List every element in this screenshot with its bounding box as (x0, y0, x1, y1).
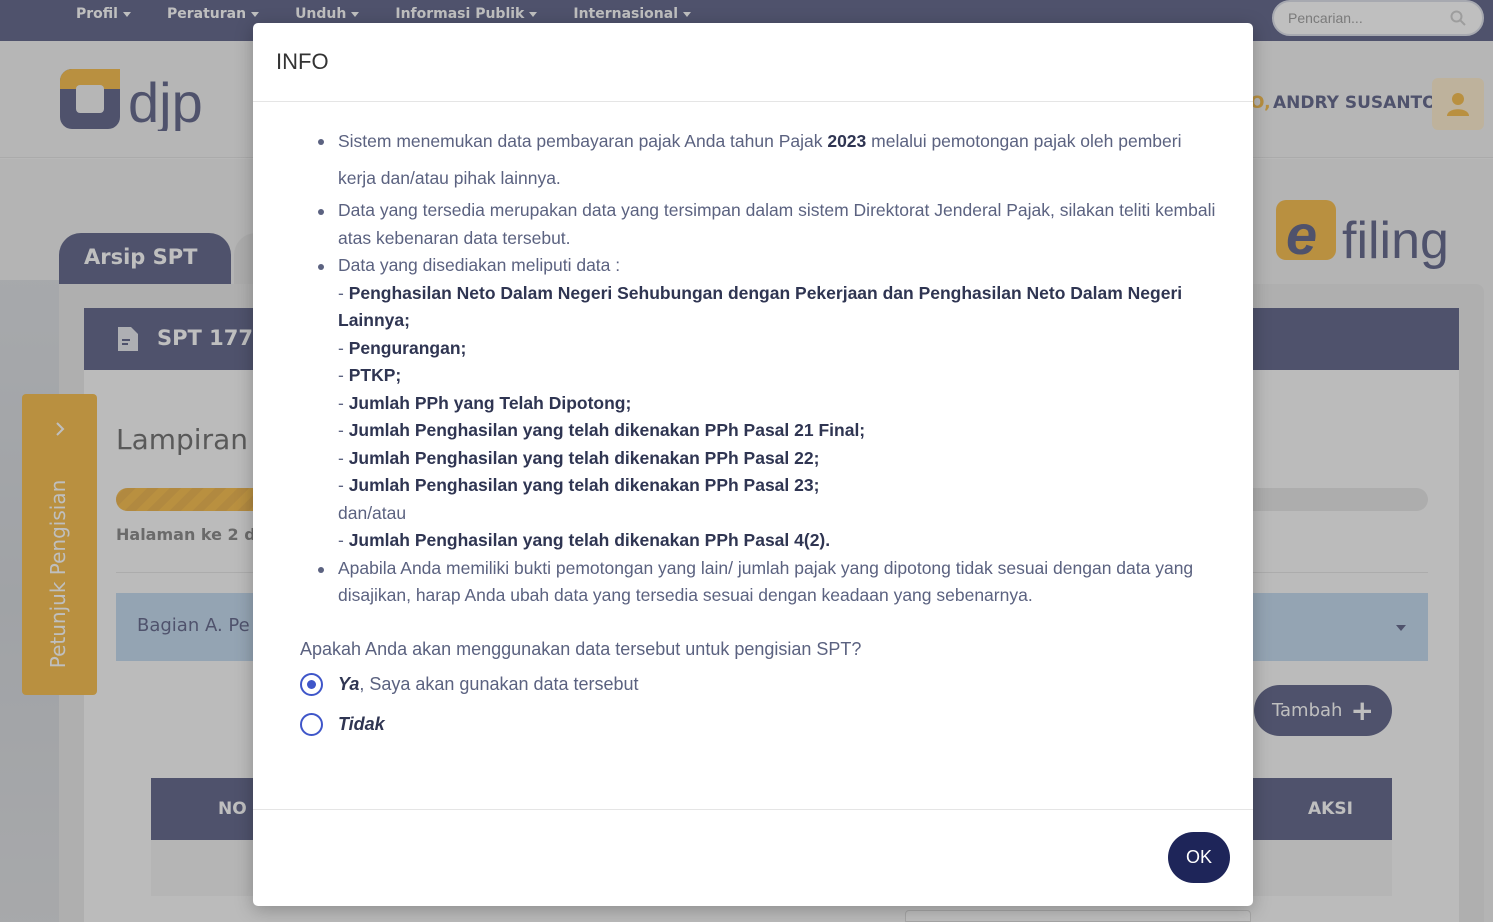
modal-header: INFO (253, 23, 1253, 102)
list-item: Apabila Anda memiliki bukti pemotongan y… (316, 555, 1216, 610)
list-item: Sistem menemukan data pembayaran pajak A… (316, 123, 1216, 197)
modal-title: INFO (276, 49, 329, 74)
connector-text: dan/atau (338, 502, 407, 523)
bullet-text: Data yang disediakan meliputi data : (338, 255, 621, 275)
data-item: - Jumlah PPh yang Telah Dipotong; (338, 392, 632, 413)
radio-selected-dot (307, 680, 316, 689)
modal-body: Sistem menemukan data pembayaran pajak A… (253, 103, 1253, 809)
bullet-text: Sistem menemukan data pembayaran pajak A… (338, 131, 828, 151)
data-item: - Pengurangan; (338, 337, 467, 358)
data-item: - Jumlah Penghasilan yang telah dikenaka… (338, 530, 831, 550)
modal-footer: OK (253, 809, 1253, 906)
list-item: Data yang disediakan meliputi data : - P… (316, 252, 1216, 555)
radio-label-strong: Tidak (338, 714, 385, 734)
radio-button-ya[interactable] (300, 673, 323, 696)
data-item: - Jumlah Penghasilan yang telah dikenaka… (338, 475, 820, 495)
data-item: - PTKP; (338, 365, 402, 385)
radio-button-tidak[interactable] (300, 713, 323, 736)
question-text: Apakah Anda akan menggunakan data terseb… (300, 639, 862, 659)
bullet-text: Data yang tersedia merupakan data yang t… (338, 200, 1216, 248)
data-item: - Penghasilan Neto Dalam Negeri Sehubung… (338, 282, 1183, 331)
bullet-text: Apabila Anda memiliki bukti pemotongan y… (338, 557, 1194, 606)
data-item: - Jumlah Penghasilan yang telah dikenaka… (338, 420, 866, 440)
info-list: Sistem menemukan data pembayaran pajak A… (316, 123, 1216, 610)
tax-year: 2023 (827, 131, 867, 151)
radio-option-tidak[interactable]: Tidak (300, 713, 385, 736)
data-item: - Jumlah Penghasilan yang telah dikenaka… (338, 447, 820, 468)
ok-button[interactable]: OK (1168, 832, 1230, 883)
radio-label: , Saya akan gunakan data tersebut (359, 674, 639, 694)
info-modal: INFO Sistem menemukan data pembayaran pa… (253, 23, 1253, 906)
radio-label-strong: Ya (338, 674, 360, 694)
radio-option-ya[interactable]: Ya, Saya akan gunakan data tersebut (300, 673, 639, 696)
list-item: Data yang tersedia merupakan data yang t… (316, 197, 1216, 252)
